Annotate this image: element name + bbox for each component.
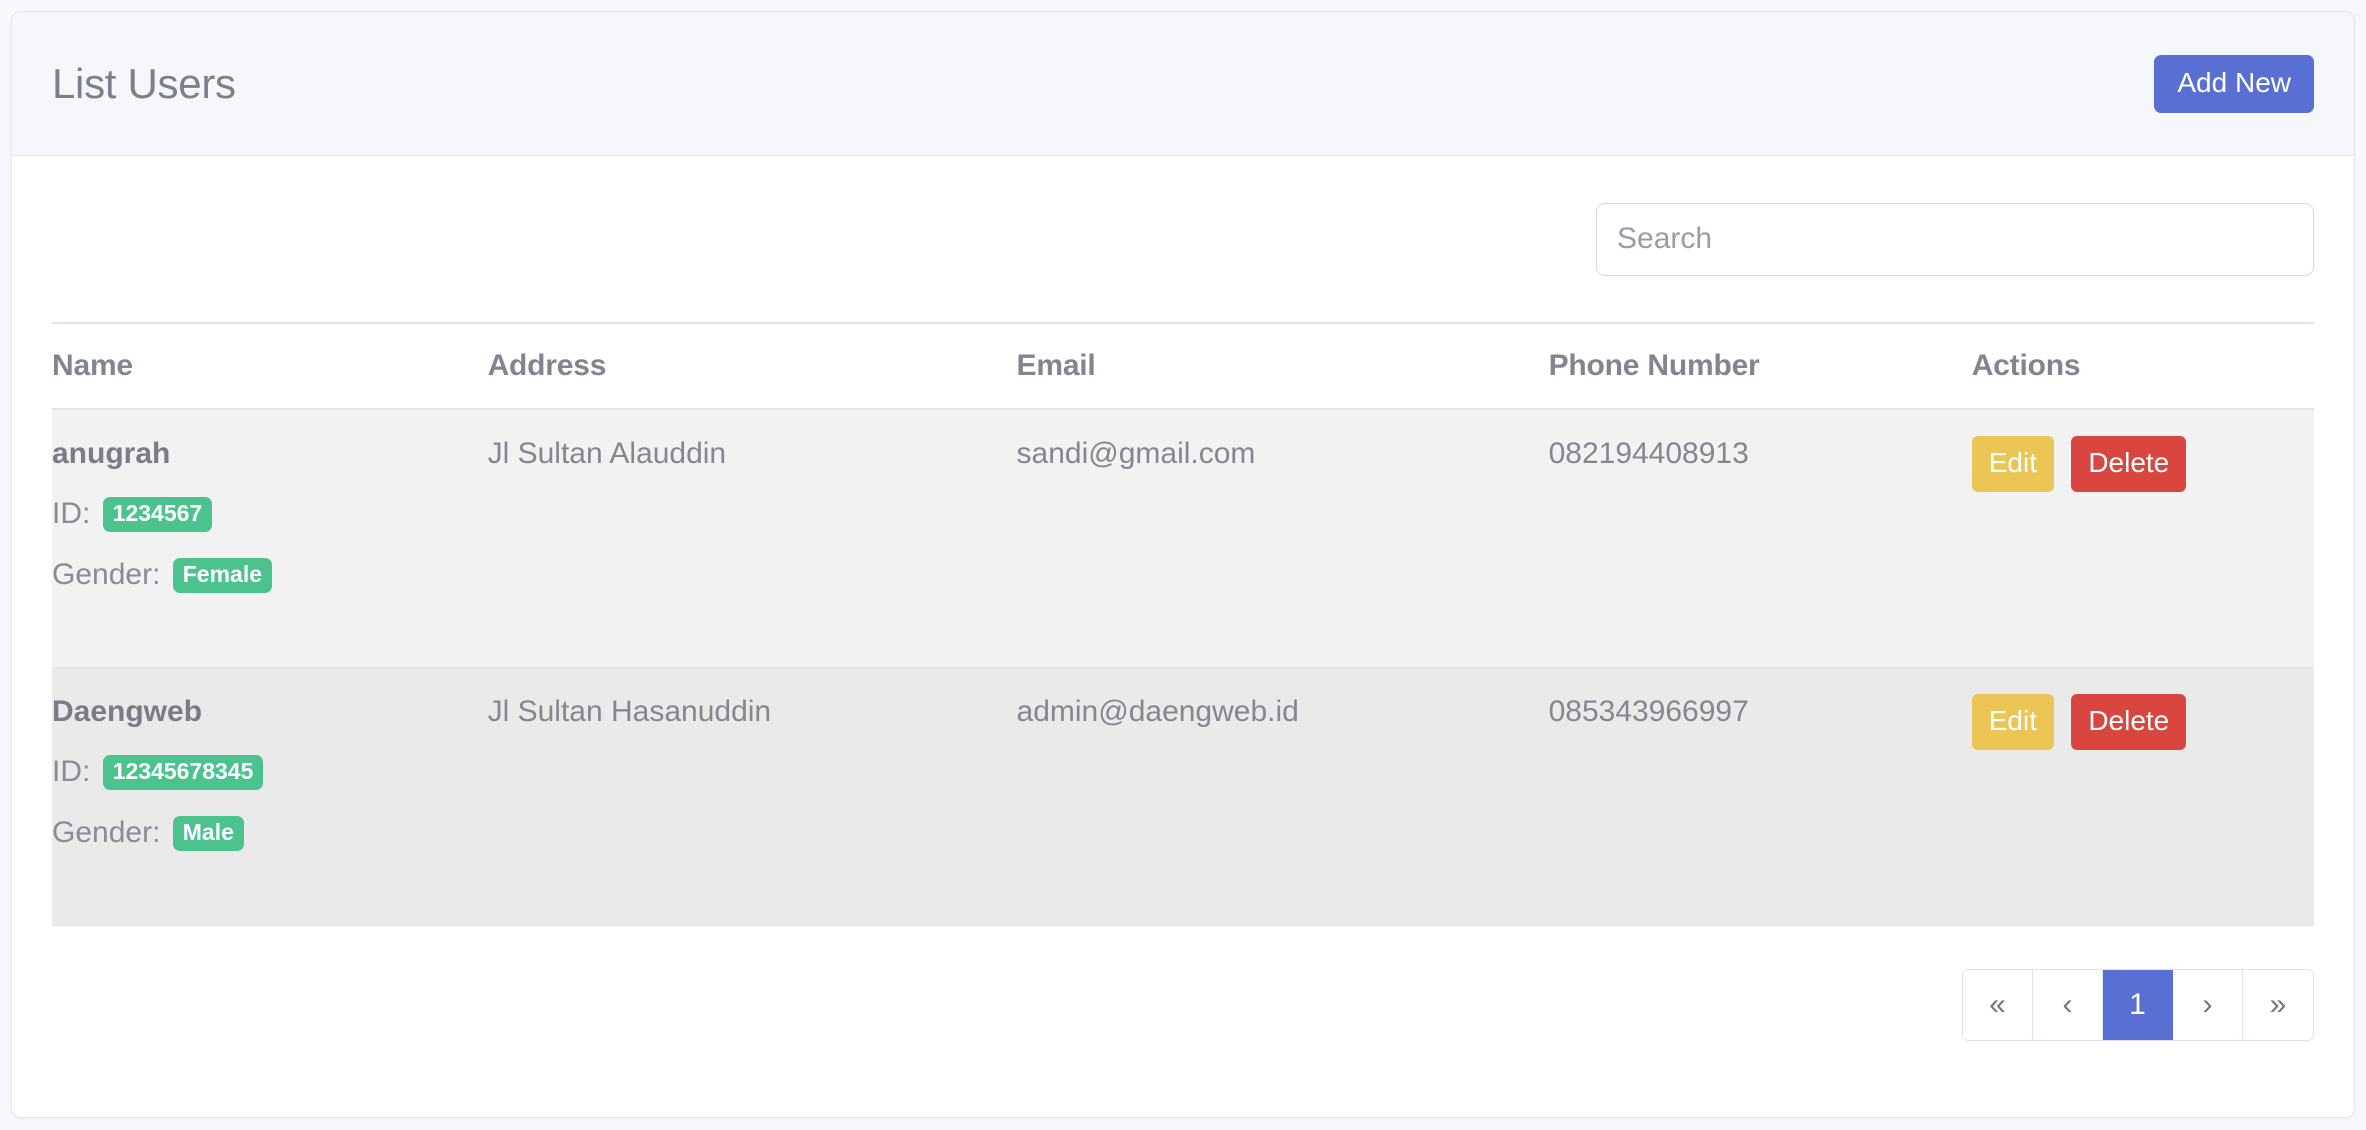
cell-phone: 085343966997 bbox=[1548, 667, 1972, 926]
table-body: anugrah ID: 1234567 Gender: Female Jl Su… bbox=[52, 409, 2314, 926]
column-header-email: Email bbox=[1016, 322, 1549, 410]
table-row: Daengweb ID: 12345678345 Gender: Male Jl… bbox=[52, 667, 2314, 926]
pagination-page-1[interactable]: 1 bbox=[2103, 969, 2173, 1040]
pagination-last-button[interactable]: » bbox=[2243, 969, 2313, 1040]
gender-label: Gender: bbox=[52, 558, 161, 591]
cell-phone: 082194408913 bbox=[1548, 409, 1972, 668]
cell-name: Daengweb ID: 12345678345 Gender: Male bbox=[52, 667, 488, 926]
gender-badge: Female bbox=[172, 558, 273, 593]
search-input[interactable] bbox=[1596, 202, 2314, 276]
delete-button[interactable]: Delete bbox=[2071, 436, 2187, 492]
card-header: List Users Add New bbox=[12, 12, 2354, 156]
id-label: ID: bbox=[52, 497, 91, 530]
users-card: List Users Add New Name Address Email Ph… bbox=[11, 11, 2355, 1118]
id-badge: 1234567 bbox=[102, 497, 213, 532]
user-gender-line: Gender: Male bbox=[52, 815, 488, 851]
delete-button[interactable]: Delete bbox=[2071, 693, 2187, 750]
user-name: Daengweb bbox=[52, 694, 203, 728]
column-header-name: Name bbox=[52, 322, 488, 410]
edit-button[interactable]: Edit bbox=[1971, 436, 2054, 492]
column-header-actions: Actions bbox=[1971, 322, 2314, 410]
user-id-line: ID: 1234567 bbox=[52, 497, 488, 532]
user-gender-line: Gender: Female bbox=[52, 558, 488, 593]
cell-actions: Edit Delete bbox=[1971, 409, 2314, 668]
table-header: Name Address Email Phone Number Actions bbox=[52, 322, 2314, 410]
page-root: List Users Add New Name Address Email Ph… bbox=[0, 0, 2366, 1130]
id-badge: 12345678345 bbox=[102, 754, 264, 790]
edit-button[interactable]: Edit bbox=[1971, 693, 2054, 750]
column-header-phone: Phone Number bbox=[1548, 322, 1972, 410]
pagination-row: « ‹ 1 › » bbox=[52, 926, 2314, 1041]
pagination-first-button[interactable]: « bbox=[1963, 969, 2033, 1040]
pagination-prev-button[interactable]: ‹ bbox=[2033, 969, 2103, 1040]
table-row: anugrah ID: 1234567 Gender: Female Jl Su… bbox=[52, 409, 2314, 668]
users-table: Name Address Email Phone Number Actions … bbox=[52, 322, 2314, 926]
page-title: List Users bbox=[52, 59, 236, 107]
cell-email: sandi@gmail.com bbox=[1016, 409, 1549, 668]
table-header-row: Name Address Email Phone Number Actions bbox=[52, 322, 2314, 410]
cell-actions: Edit Delete bbox=[1971, 667, 2314, 926]
cell-address: Jl Sultan Hasanuddin bbox=[487, 667, 1017, 926]
add-new-button[interactable]: Add New bbox=[2154, 54, 2314, 113]
cell-email: admin@daengweb.id bbox=[1016, 667, 1549, 926]
gender-label: Gender: bbox=[52, 815, 161, 849]
user-id-line: ID: 12345678345 bbox=[52, 754, 488, 790]
pagination: « ‹ 1 › » bbox=[1962, 968, 2314, 1041]
cell-address: Jl Sultan Alauddin bbox=[487, 409, 1017, 668]
card-body: Name Address Email Phone Number Actions … bbox=[12, 156, 2354, 1117]
cell-name: anugrah ID: 1234567 Gender: Female bbox=[52, 409, 488, 668]
id-label: ID: bbox=[52, 754, 91, 788]
column-header-address: Address bbox=[487, 322, 1017, 410]
pagination-next-button[interactable]: › bbox=[2173, 969, 2243, 1040]
user-name: anugrah bbox=[52, 437, 171, 470]
search-row bbox=[52, 156, 2314, 322]
gender-badge: Male bbox=[172, 815, 244, 851]
